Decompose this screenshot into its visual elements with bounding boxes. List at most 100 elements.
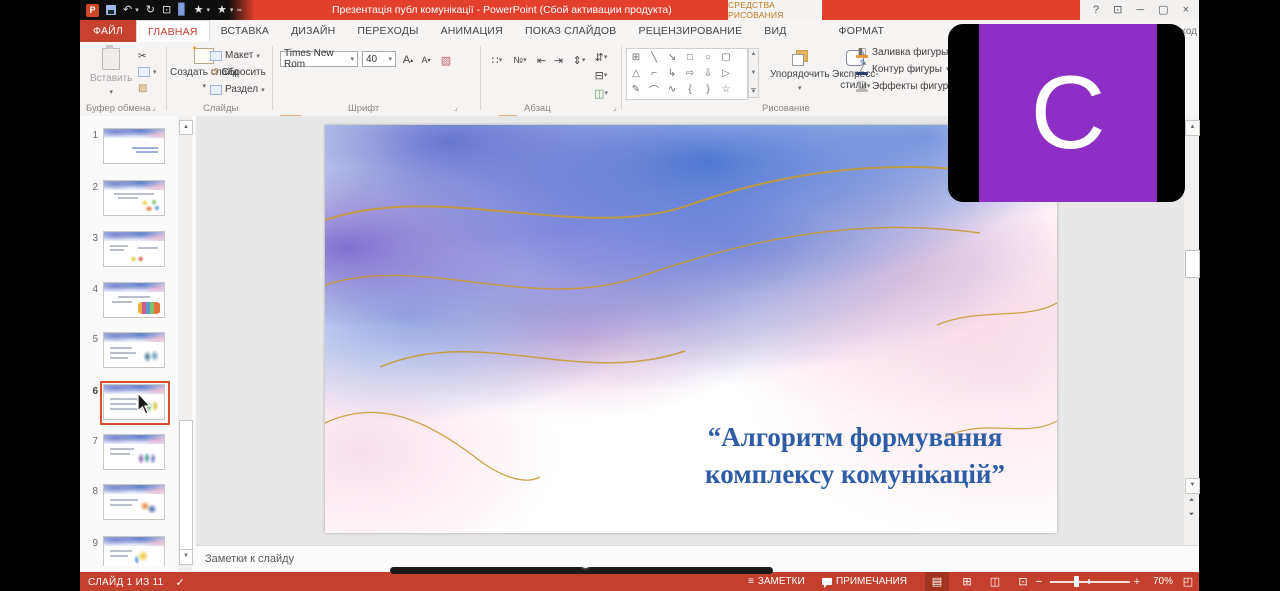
bullets-button[interactable]: ∷▾ [488,51,506,69]
shape-elbow-icon[interactable]: ⌐ [646,66,662,80]
main-scrollbar-thumb[interactable] [1185,250,1200,278]
clear-formatting-button[interactable]: ▧ [438,51,454,69]
shape-right-arrow-icon[interactable]: ⇨ [682,66,698,80]
favorite2-dropdown-icon[interactable]: ▾ [230,6,234,14]
slide-thumbnail-8[interactable] [103,484,165,520]
cut-button[interactable]: ✂ [138,51,146,62]
panel-scroll-down-icon[interactable]: ▼ [179,549,193,565]
normal-view-button[interactable]: ▤ [925,572,949,591]
paste-button[interactable]: Вставить▾ [90,48,132,98]
next-slide-button[interactable]: ⏷ [1185,509,1198,521]
shape-curve-icon[interactable]: ∿ [664,82,680,96]
font-name-combo[interactable]: Times New Rom▾ [280,51,358,67]
main-scroll-down-icon[interactable]: ▼ [1185,478,1200,494]
touch-mode-icon[interactable]: ▊ [178,2,186,18]
favorite-dropdown-icon[interactable]: ▾ [207,6,211,14]
numbering-button[interactable]: №▾ [510,51,530,69]
decrease-indent-button[interactable]: ⇤ [534,51,549,69]
grow-font-button[interactable]: А▴ [400,51,416,69]
tab-view[interactable]: ВИД [753,20,797,42]
zoom-level[interactable]: 70% [1153,572,1173,591]
font-dialog-launcher-icon[interactable]: ⌟ [454,103,458,112]
start-slideshow-icon[interactable]: ⊡ [162,2,171,18]
shape-arrow-icon[interactable]: ↘ [664,50,680,64]
slide-thumbnail-9[interactable] [103,536,165,566]
shape-outline-button[interactable]: ╱ Контур фигуры▾ [856,63,949,75]
tab-insert[interactable]: ВСТАВКА [210,20,280,42]
slide-thumbnail-6-selected[interactable] [103,384,165,420]
shapes-gallery-scroll[interactable]: ▲▼▼ [748,48,759,98]
shape-left-brace-icon[interactable]: { [682,82,698,96]
shape-right-brace-icon[interactable]: } [700,82,716,96]
zoom-in-button[interactable]: + [1130,572,1144,591]
section-button[interactable]: Раздел▾ [210,84,265,95]
help-button[interactable]: ? [1093,1,1099,19]
slide-thumbnail-4[interactable] [103,282,165,318]
font-size-combo[interactable]: 40▾ [362,51,396,67]
shape-rectangle-icon[interactable]: □ [682,50,698,64]
shape-star-icon[interactable]: ☆ [718,82,734,96]
tab-animations[interactable]: АНИМАЦИЯ [430,20,514,42]
slide-sorter-view-button[interactable]: ⊞ [955,572,979,591]
tab-design[interactable]: ДИЗАЙН [280,20,346,42]
line-spacing-button[interactable]: ⇕▾ [569,51,589,69]
slide-thumbnail-5[interactable] [103,332,165,368]
zoom-slider[interactable] [1050,581,1130,583]
slide-title[interactable]: “Алгоритм формування комплексу комунікац… [655,419,1055,493]
text-direction-button[interactable]: ⇵▾ [590,48,612,66]
spell-check-icon[interactable]: ✓ [176,576,186,589]
zoom-slider-thumb[interactable] [1074,576,1079,587]
undo-dropdown-icon[interactable]: ▾ [135,6,139,14]
comments-toggle-button[interactable]: ПРИМЕЧАНИЯ [822,572,907,591]
align-text-button[interactable]: ⊟▾ [590,66,612,84]
tab-review[interactable]: РЕЦЕНЗИРОВАНИЕ [628,20,754,42]
copy-button[interactable]: ▾ [138,67,157,77]
shape-callout-icon[interactable]: ▷ [718,66,734,80]
tab-format[interactable]: ФОРМАТ [828,20,896,42]
shape-triangle-icon[interactable]: △ [628,66,644,80]
minimize-button[interactable]: ─ [1136,1,1144,19]
tab-file[interactable]: ФАЙЛ [80,20,136,42]
shape-arc-icon[interactable]: ⌒ [646,82,662,96]
slide-thumbnail-3[interactable] [103,231,165,267]
redo-icon[interactable]: ↻ [146,2,155,18]
save-icon[interactable] [106,5,116,15]
notes-toggle-button[interactable]: ≡ ЗАМЕТКИ [748,572,805,591]
slide-thumbnail-1[interactable] [103,128,165,164]
undo-icon[interactable]: ↶ [123,2,132,18]
paragraph-dialog-launcher-icon[interactable]: ⌟ [613,103,617,112]
panel-scrollbar-thumb[interactable] [179,420,193,556]
shape-fill-button[interactable]: ◧ Заливка фигуры [856,46,948,58]
favorite2-icon[interactable]: ★ [217,2,227,18]
fit-to-window-button[interactable]: ◰ [1176,572,1200,591]
clipboard-dialog-launcher-icon[interactable]: ⌟ [152,103,156,112]
ribbon-display-button[interactable]: ⊡ [1113,1,1122,19]
reset-button[interactable]: ↺Сбросить [210,67,266,78]
tab-slideshow[interactable]: ПОКАЗ СЛАЙДОВ [514,20,628,42]
zoom-out-button[interactable]: − [1032,572,1046,591]
close-button[interactable]: × [1183,1,1189,19]
shape-freeform-icon[interactable]: ✎ [628,82,644,96]
qat-customize-icon[interactable]: ≂ [236,6,242,14]
panel-scroll-up-icon[interactable]: ▲ [179,120,193,135]
main-scroll-up-icon[interactable]: ▲ [1185,120,1200,136]
shape-rounded-rect-icon[interactable]: ▢ [718,50,734,64]
reading-view-button[interactable]: ◫ [983,572,1007,591]
shape-textbox-icon[interactable]: ⊞ [628,50,644,64]
layout-button[interactable]: Макет▾ [210,50,260,61]
increase-indent-button[interactable]: ⇥ [551,51,566,69]
shape-line-icon[interactable]: ╲ [646,50,662,64]
slide-thumbnail-2[interactable] [103,180,165,216]
shrink-font-button[interactable]: А▾ [418,51,434,69]
shape-oval-icon[interactable]: ○ [700,50,716,64]
tab-home[interactable]: ГЛАВНАЯ [136,20,210,42]
format-painter-button[interactable]: ▨ [138,83,147,94]
tab-transitions[interactable]: ПЕРЕХОДЫ [346,20,429,42]
slide-thumbnail-7[interactable] [103,434,165,470]
restore-button[interactable]: ▢ [1158,1,1168,19]
convert-smartart-button[interactable]: ◫▾ [590,84,612,102]
shape-effects-button[interactable]: ❏ Эффекты фигуры [856,80,955,92]
arrange-button[interactable]: Упорядочить▾ [770,50,830,94]
shape-elbow-arrow-icon[interactable]: ↳ [664,66,680,80]
previous-slide-button[interactable]: ⏶ [1185,495,1198,507]
